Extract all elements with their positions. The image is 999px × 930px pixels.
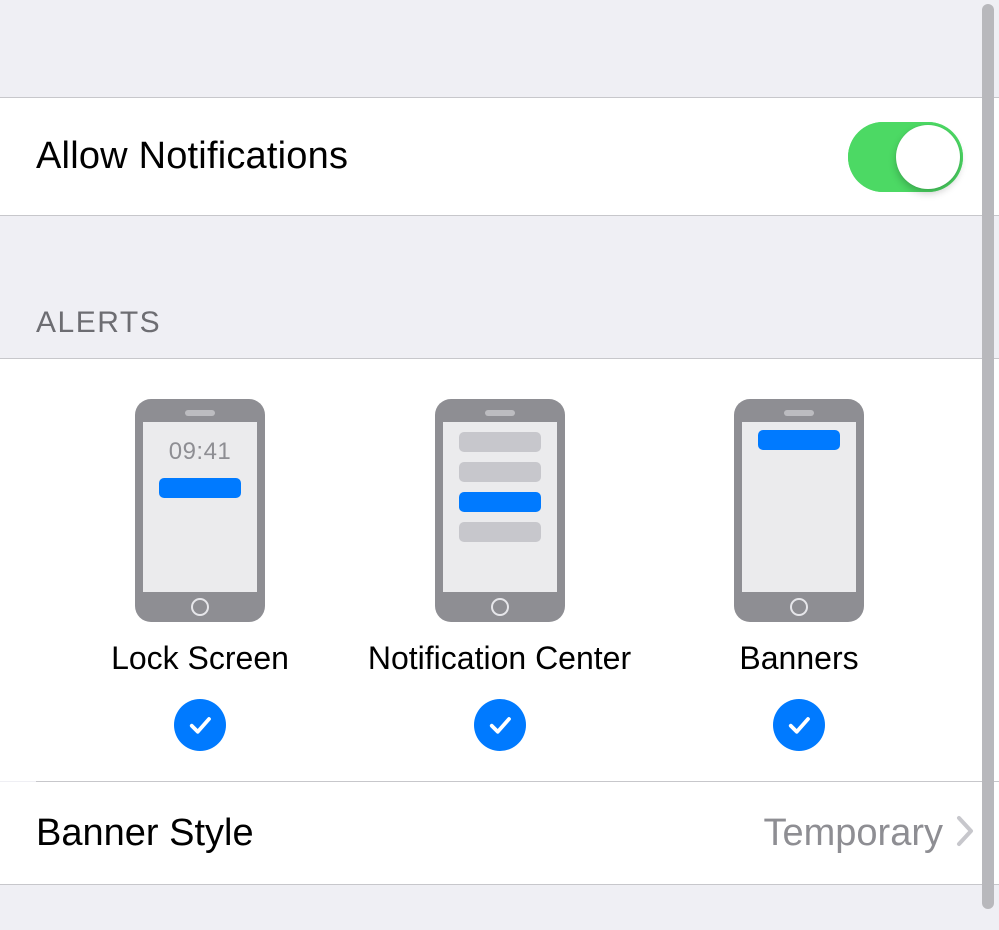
toggle-knob: [896, 125, 960, 189]
separator: [0, 884, 999, 885]
alerts-section-header: ALERTS: [0, 306, 999, 358]
alert-option-label: Lock Screen: [111, 640, 289, 677]
alert-option-label: Banners: [739, 640, 858, 677]
checkmark-icon: [174, 699, 226, 751]
section-spacer: [0, 0, 999, 97]
banner-style-label: Banner Style: [36, 812, 764, 855]
checkmark-icon: [474, 699, 526, 751]
allow-notifications-label: Allow Notifications: [36, 135, 348, 178]
alert-option-lock-screen[interactable]: 09:41 Lock Screen: [60, 399, 340, 751]
alerts-panel: 09:41 Lock Screen N: [0, 359, 999, 781]
alert-option-banners[interactable]: Banners: [659, 399, 939, 751]
scrollbar[interactable]: [982, 4, 994, 909]
allow-notifications-row[interactable]: Allow Notifications: [0, 98, 999, 215]
alert-option-notification-center[interactable]: Notification Center: [360, 399, 640, 751]
lock-screen-icon: 09:41: [135, 399, 265, 622]
alert-option-label: Notification Center: [368, 640, 631, 677]
banner-style-value: Temporary: [764, 812, 944, 855]
alerts-row: 09:41 Lock Screen N: [0, 399, 999, 751]
allow-notifications-toggle[interactable]: [848, 122, 963, 192]
notification-center-icon: [435, 399, 565, 622]
lock-screen-clock: 09:41: [169, 438, 232, 466]
checkmark-icon: [773, 699, 825, 751]
banners-icon: [734, 399, 864, 622]
banner-style-row[interactable]: Banner Style Temporary: [0, 782, 999, 884]
chevron-right-icon: [955, 814, 975, 853]
section-spacer: [0, 216, 999, 306]
